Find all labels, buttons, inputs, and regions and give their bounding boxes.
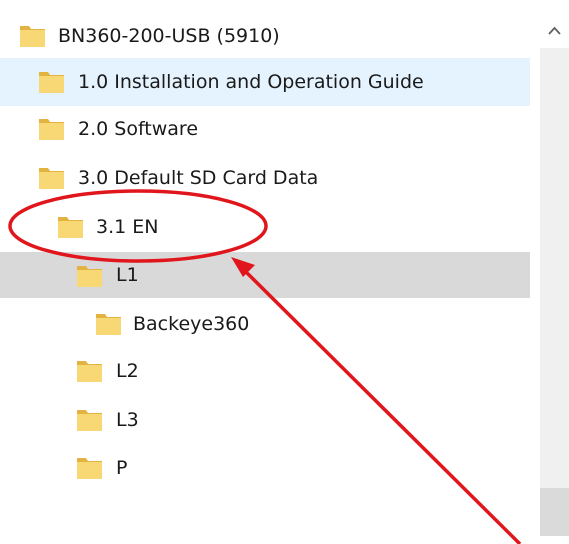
folder-icon <box>76 406 103 432</box>
chevron-up-icon[interactable] <box>540 18 569 44</box>
tree-node-label: BN360-200-USB (5910) <box>58 25 280 47</box>
vertical-scrollbar[interactable] <box>540 0 569 544</box>
tree-node-label: L2 <box>116 360 139 382</box>
tree-node-label: 2.0 Software <box>78 118 199 140</box>
folder-icon <box>38 115 65 141</box>
folder-tree: BN360-200-USB (5910) 1.0 Installation an… <box>0 0 540 544</box>
tree-node-label: Backeye360 <box>133 313 250 335</box>
folder-icon <box>38 68 65 94</box>
tree-node-l1[interactable]: L1 <box>0 252 530 298</box>
tree-node-p[interactable]: P <box>0 444 530 492</box>
tree-node-l3[interactable]: L3 <box>0 396 530 444</box>
scrollbar-thumb[interactable] <box>540 488 569 536</box>
tree-node-backeye360[interactable]: Backeye360 <box>0 300 530 348</box>
folder-icon <box>19 22 46 48</box>
scrollbar-track[interactable] <box>540 48 569 536</box>
tree-node-label: L1 <box>116 264 139 286</box>
tree-node-label: P <box>116 457 128 479</box>
tree-node-l2[interactable]: L2 <box>0 347 530 395</box>
tree-node-bn360[interactable]: BN360-200-USB (5910) <box>0 12 530 60</box>
folder-icon <box>95 310 122 336</box>
tree-node-label: 3.0 Default SD Card Data <box>78 167 319 189</box>
tree-node-software[interactable]: 2.0 Software <box>0 105 530 153</box>
folder-icon <box>76 357 103 383</box>
folder-icon <box>76 454 103 480</box>
folder-icon <box>38 164 65 190</box>
tree-node-installation-guide[interactable]: 1.0 Installation and Operation Guide <box>0 58 530 106</box>
tree-node-label: L3 <box>116 409 139 431</box>
folder-icon <box>76 262 103 288</box>
tree-node-3-1-en[interactable]: 3.1 EN <box>0 203 530 251</box>
tree-node-label: 3.1 EN <box>96 216 159 238</box>
tree-node-label: 1.0 Installation and Operation Guide <box>78 71 424 93</box>
folder-icon <box>57 213 84 239</box>
tree-node-default-sd-card-data[interactable]: 3.0 Default SD Card Data <box>0 154 530 202</box>
